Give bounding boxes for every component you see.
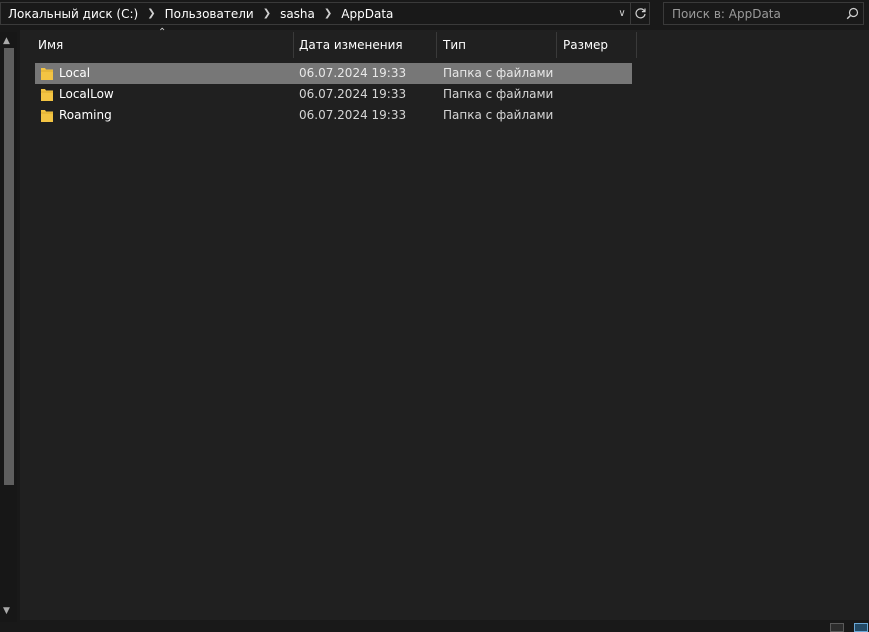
details-view-icon[interactable] [830, 623, 844, 632]
search-icon[interactable] [841, 7, 863, 20]
column-headers: ⌃ Имя Дата изменения Тип Размер [20, 27, 640, 58]
folder-icon [41, 68, 53, 80]
breadcrumb: Локальный диск (C:) ❯ Пользователи ❯ sas… [1, 7, 614, 21]
folder-icon [41, 89, 53, 101]
refresh-button[interactable] [630, 3, 649, 24]
chevron-right-icon[interactable]: ❯ [324, 8, 332, 19]
breadcrumb-item-drive[interactable]: Локальный диск (C:) [8, 7, 138, 21]
column-header-name[interactable]: Имя [32, 32, 294, 58]
large-icons-view-icon[interactable] [854, 623, 868, 632]
refresh-icon [634, 8, 646, 19]
column-header-type[interactable]: Тип [437, 32, 557, 58]
chevron-right-icon[interactable]: ❯ [263, 8, 271, 19]
breadcrumb-item-appdata[interactable]: AppData [341, 7, 393, 21]
file-date: 06.07.2024 19:33 [299, 66, 407, 80]
file-name: Local [59, 66, 91, 80]
file-name: LocalLow [59, 87, 114, 101]
column-header-name-label: Имя [38, 38, 64, 52]
search-input[interactable] [664, 5, 841, 22]
file-type: Папка с файлами [443, 66, 554, 80]
breadcrumb-item-users[interactable]: Пользователи [165, 7, 254, 21]
file-row[interactable]: LocalLow 06.07.2024 19:33 Папка с файлам… [35, 84, 632, 105]
status-bar [0, 622, 869, 632]
column-header-date[interactable]: Дата изменения [293, 32, 437, 58]
navigation-pane-scrollbar[interactable]: ▲ ▼ [0, 32, 17, 622]
file-date: 06.07.2024 19:33 [299, 108, 407, 122]
scrollbar-thumb[interactable] [4, 48, 14, 485]
file-date: 06.07.2024 19:33 [299, 87, 407, 101]
folder-icon [41, 110, 53, 122]
address-bar[interactable]: Локальный диск (C:) ❯ Пользователи ❯ sas… [0, 2, 650, 25]
file-rows: Local 06.07.2024 19:33 Папка с файлами L… [35, 63, 632, 126]
column-header-date-label: Дата изменения [299, 38, 403, 52]
chevron-right-icon[interactable]: ❯ [147, 8, 155, 19]
chevron-down-icon[interactable]: ∨ [614, 8, 630, 19]
column-header-type-label: Тип [443, 38, 466, 52]
breadcrumb-item-user[interactable]: sasha [280, 7, 315, 21]
column-header-size-label: Размер [563, 38, 609, 52]
search-box [663, 2, 864, 25]
file-type: Папка с файлами [443, 87, 554, 101]
column-header-size[interactable]: Размер [557, 32, 637, 58]
file-row[interactable]: Local 06.07.2024 19:33 Папка с файлами [35, 63, 632, 84]
file-row[interactable]: Roaming 06.07.2024 19:33 Папка с файлами [35, 105, 632, 126]
scroll-down-icon[interactable]: ▼ [3, 606, 10, 616]
scroll-up-icon[interactable]: ▲ [3, 36, 10, 46]
file-name: Roaming [59, 108, 112, 122]
file-list-pane: ⌃ Имя Дата изменения Тип Размер Local 06… [20, 27, 869, 620]
file-type: Папка с файлами [443, 108, 554, 122]
